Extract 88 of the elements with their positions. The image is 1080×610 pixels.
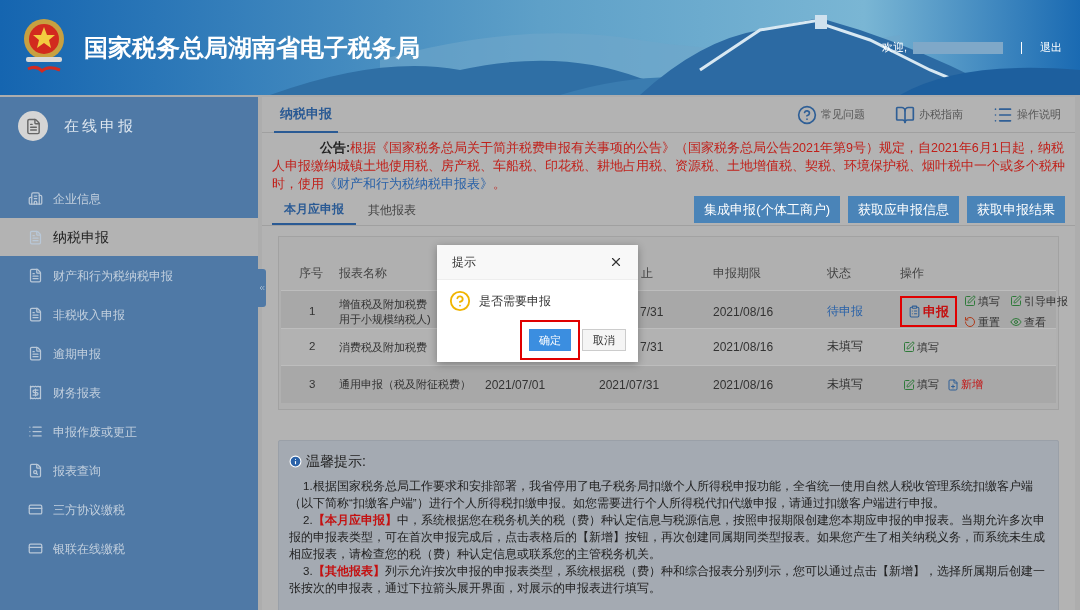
building-icon (28, 191, 43, 206)
action-link[interactable]: 重置 (961, 311, 1003, 332)
sub-tab[interactable]: 其他报表 (356, 195, 428, 225)
tips-title: 温馨提示: (306, 452, 366, 471)
view-icon (1010, 315, 1022, 328)
column-header: 操作 (900, 265, 925, 281)
edit-icon (903, 341, 915, 353)
table-cell: 通用申报（税及附征税费） (339, 377, 471, 392)
toolbar-button[interactable]: 获取申报结果 (967, 196, 1065, 223)
clipboard-icon (908, 305, 921, 318)
document-icon (28, 307, 43, 322)
card-icon (28, 541, 43, 556)
dialog-button[interactable]: 确定 (522, 322, 578, 358)
tip-paragraph: 1.根据国家税务总局工作要求和安排部署，我省停用了电子税务局扣缴个人所得税申报功能，全省统一使用自然人税收管理系统扣缴客户端（以下简称“扣缴客户端”）进行个人所得税扣缴申报。如您需要进行个人所得税代扣代缴申报，请通过扣缴客户端进行申报。 (289, 479, 1034, 511)
sidebar-item[interactable]: 财产和行为税纳税申报 (0, 256, 258, 295)
table-cell-text: 3 (308, 376, 317, 392)
column-header: 报表名称 (339, 265, 388, 281)
card-icon (28, 502, 43, 517)
toolbar-button[interactable]: 获取应申报信息 (848, 196, 959, 223)
welcome-text: 欢迎, (881, 40, 907, 56)
action-link[interactable]: 查看 (1007, 311, 1049, 332)
action-link[interactable]: 申报 (900, 295, 957, 328)
column-header: 申报期限 (713, 265, 762, 281)
notice-text: 公告:根据《国家税务总局关于简并税费申报有关事项的公告》（国家税务总局公告2021年第9号）规定，自2021年6月1日起，纳税人申报缴纳城镇土地使用税、房产税、车船税、印花税、耕地占用税、资源税、土地增值税、契税、环境保护税、烟叶税中一个或多个税种时，使用《财产和行为税纳税申报表》。 (271, 140, 1066, 193)
table-cell-text: 1 (308, 303, 317, 319)
close-icon[interactable] (609, 255, 623, 269)
book-icon (895, 104, 915, 125)
dialog-title: 提示 (452, 254, 476, 271)
sidebar-item[interactable]: 逾期申报 (0, 334, 258, 373)
receipt-icon (28, 385, 43, 400)
table-cell: 2021/07/01 (485, 377, 546, 392)
info-icon (289, 455, 302, 468)
column-header: 状态 (827, 265, 852, 281)
document-icon (28, 346, 43, 361)
table-cell: 用于小规模纳税人) (339, 311, 431, 327)
edit-icon (903, 378, 915, 391)
toolbar-button[interactable]: 集成申报(个体工商户) (694, 196, 840, 223)
table-cell: 7/31 (640, 304, 664, 319)
form-link[interactable]: 《财产和行为税纳税申报表》 (324, 177, 493, 191)
column-header: 序号 (298, 265, 324, 281)
edit-icon (1010, 295, 1022, 308)
sidebar-item[interactable]: 银联在线缴税 (0, 529, 258, 568)
list-icon (28, 424, 43, 439)
table-cell-text: 2021/08/16 (713, 303, 775, 321)
sidebar-item[interactable]: 财务报表 (0, 373, 258, 412)
dialog-button[interactable]: 取消 (582, 329, 626, 351)
action-link[interactable]: 新增 (944, 374, 986, 395)
site-title: 国家税务总局湖南省电子税务局 (84, 32, 420, 63)
dialog-message: 是否需要申报 (479, 293, 551, 310)
sub-tab[interactable]: 本月应申报 (272, 195, 356, 225)
table-cell: 7/31 (640, 340, 664, 354)
table-cell: 2021/07/31 (599, 377, 660, 392)
add-file-icon (947, 378, 959, 391)
reset-icon (964, 315, 976, 328)
question-icon (449, 290, 471, 312)
sidebar-item[interactable]: 纳税申报 (0, 218, 258, 256)
action-link[interactable]: 填写 (900, 336, 942, 358)
edit-icon (964, 295, 976, 308)
sidebar-item[interactable]: 企业信息 (0, 179, 258, 218)
document-search-icon (28, 463, 43, 478)
sidebar-item[interactable]: 申报作废或更正 (0, 412, 258, 451)
document-icon (28, 229, 43, 245)
help-link[interactable]: 常见问题 (797, 104, 865, 125)
help-icon (797, 104, 817, 125)
status-text: 未填写 (827, 376, 864, 392)
page-tab[interactable]: 纳税申报 (274, 96, 338, 133)
tip-paragraph: 2.【本月应申报】中，系统根据您在税务机关的税（费）种认定信息与税源信息，按照申报期限创建您本期应申报的申报表。当期允许多次申报的申报表类型，可在首次申报完成后，点击表格后的【新增】按钮，再次创建同属期同类型报表。如果您产生了相关纳税义务，而系统未生成相应报表，请检查您的税（费）种认定信息或联系您的主管税务机关。 (289, 512, 1046, 562)
tip-paragraph: 3.【其他报表】列示允许按次申报的申报表类型，系统根据税（费）种和综合报表分别列示，您可以通过点击【新增】，选择所属期后创建一张按次的申报表，通过下拉箭头展开界面，对展示的申报表进行填写。 (289, 563, 1046, 596)
action-link[interactable]: 引导申报 (1007, 291, 1071, 312)
sidebar-item[interactable]: 三方协议缴税 (0, 490, 258, 529)
action-link[interactable]: 填写 (961, 291, 1003, 312)
logout-link[interactable]: 退出 (1040, 39, 1062, 56)
help-link[interactable]: 办税指南 (895, 104, 963, 125)
status-text: 未填写 (827, 339, 864, 355)
table-cell-text: 2 (308, 339, 317, 355)
table-cell: 消费税及附加税费 (339, 339, 427, 355)
sidebar-title: 在线申报 (64, 115, 136, 136)
column-header: 止 (640, 265, 654, 281)
document-icon (28, 268, 43, 283)
report-icon (18, 111, 48, 141)
table-cell-text: 2021/08/16 (713, 339, 775, 356)
table-cell-text: 2021/08/16 (713, 376, 775, 394)
help-link[interactable]: 操作说明 (993, 104, 1061, 125)
action-link[interactable]: 填写 (900, 374, 942, 395)
table-cell: 增值税及附加税费 (339, 296, 427, 312)
status-text: 待申报 (827, 303, 864, 319)
sidebar-item[interactable]: 报表查询 (0, 451, 258, 490)
sidebar-item[interactable]: 非税收入申报 (0, 295, 258, 334)
